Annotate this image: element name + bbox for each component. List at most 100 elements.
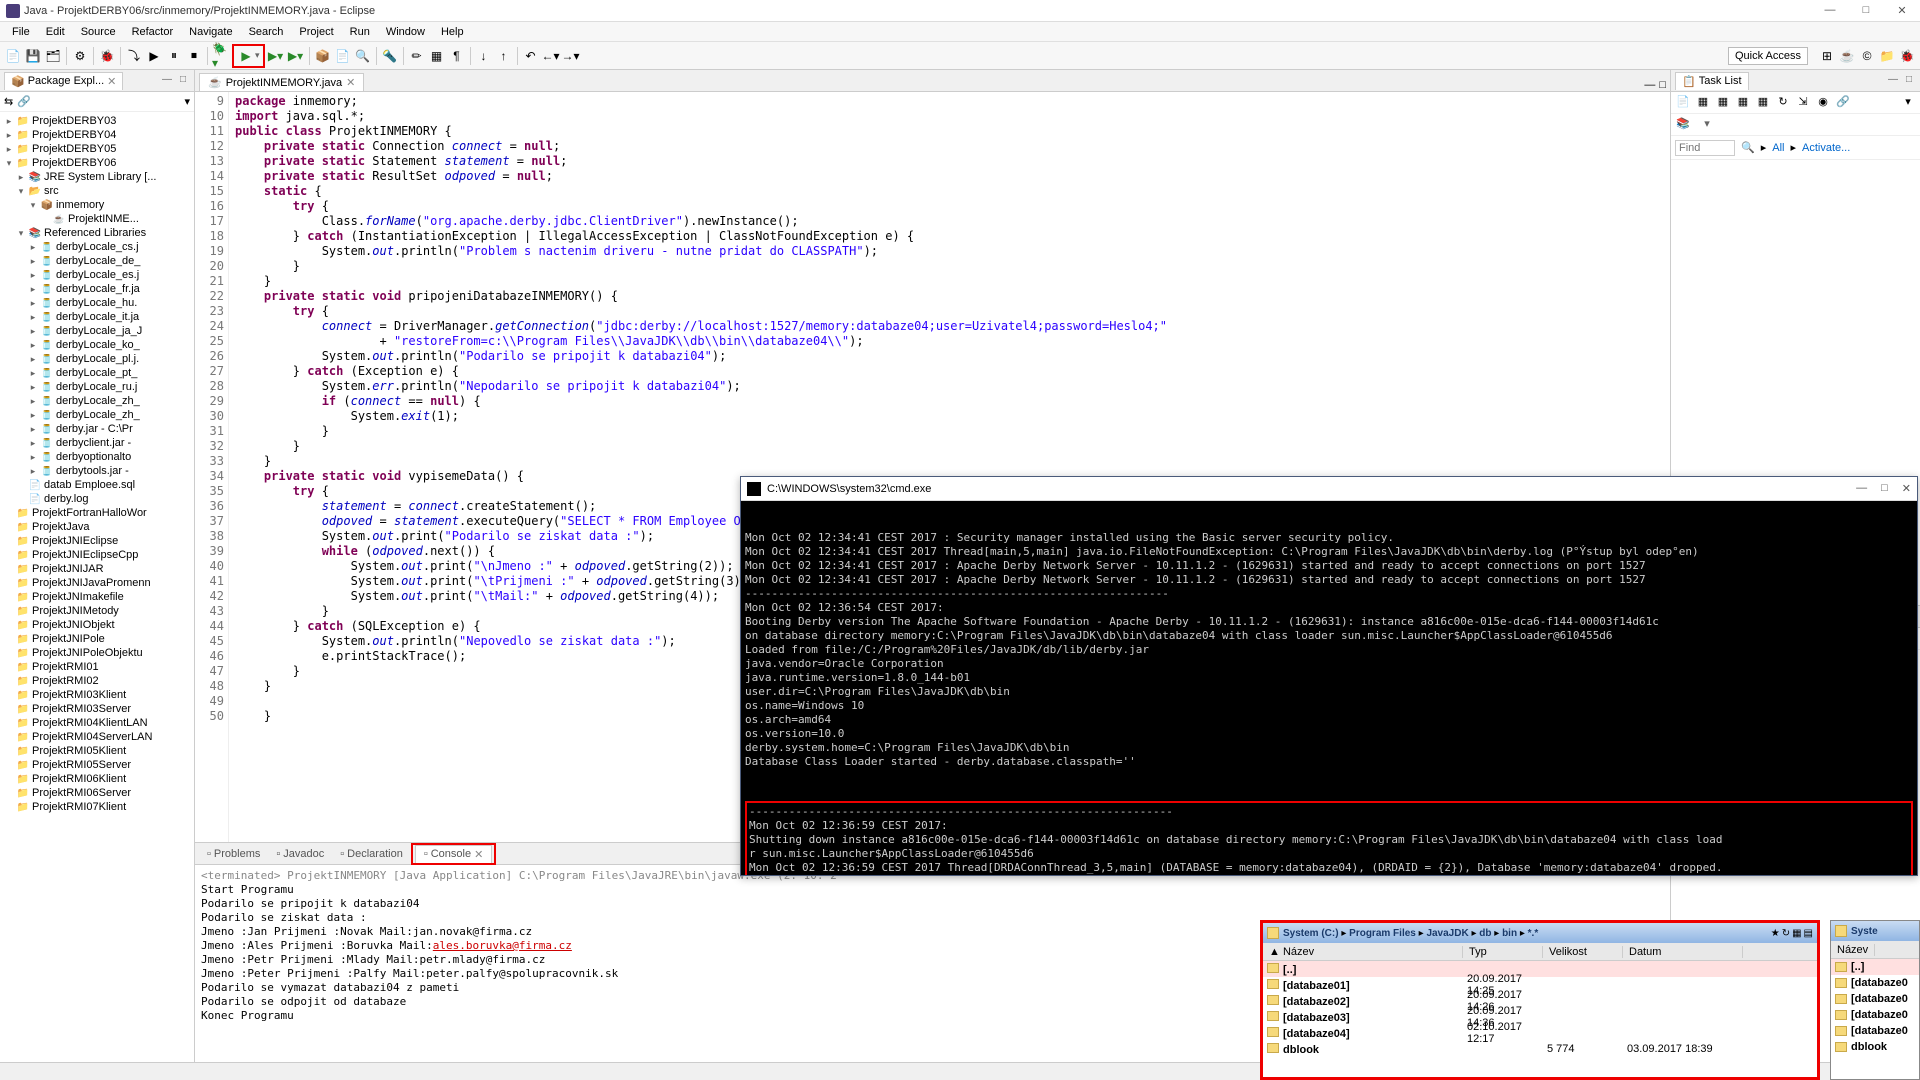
tree-item[interactable]: ▸derbyLocale_pt_ xyxy=(2,366,192,380)
tree-item[interactable]: ProjektJNIEclipse xyxy=(2,534,192,548)
tree-item[interactable]: datab Emploee.sql xyxy=(2,478,192,492)
tree-item[interactable]: ▸derbyLocale_fr.ja xyxy=(2,282,192,296)
menu-source[interactable]: Source xyxy=(73,24,124,40)
tree-item[interactable]: ▸ProjektDERBY04 xyxy=(2,128,192,142)
tree-item[interactable]: ▸derbytools.jar - xyxy=(2,464,192,478)
menu-refactor[interactable]: Refactor xyxy=(124,24,182,40)
fm-row[interactable]: [..] xyxy=(1831,959,1919,975)
link-editor-button[interactable]: 🔗 xyxy=(17,95,31,108)
tree-item[interactable]: ▸JRE System Library [... xyxy=(2,170,192,184)
tree-item[interactable]: ▾Referenced Libraries xyxy=(2,226,192,240)
tree-item[interactable]: ▸derbyLocale_zh_ xyxy=(2,408,192,422)
tree-item[interactable]: ProjektRMI05Server xyxy=(2,758,192,772)
tree-item[interactable]: derby.log xyxy=(2,492,192,506)
open-perspective-button[interactable]: ⊞ xyxy=(1818,47,1836,65)
cmd-window[interactable]: C:\WINDOWS\system32\cmd.exe — □ ✕ Mon Oc… xyxy=(740,476,1918,876)
tree-item[interactable]: ProjektRMI06Klient xyxy=(2,772,192,786)
menu-window[interactable]: Window xyxy=(378,24,433,40)
package-explorer-tab[interactable]: 📦 Package Expl... ✕ xyxy=(4,72,123,90)
tree-item[interactable]: ProjektJNIPole xyxy=(2,632,192,646)
task-activate-link[interactable]: Activate... xyxy=(1802,142,1850,154)
cmd-close-button[interactable]: ✕ xyxy=(1902,482,1911,495)
debug-button[interactable]: 🪲▾ xyxy=(212,47,230,65)
fm-row[interactable]: [databaze0 xyxy=(1831,991,1919,1007)
menu-navigate[interactable]: Navigate xyxy=(181,24,240,40)
cmd-output[interactable]: Mon Oct 02 12:34:41 CEST 2017 : Security… xyxy=(741,501,1917,875)
new-package-button[interactable]: 📦 xyxy=(314,47,332,65)
editor-tab[interactable]: ☕ ProjektINMEMORY.java ✕ xyxy=(199,73,364,91)
tree-item[interactable]: ProjektRMI01 xyxy=(2,660,192,674)
tree-item[interactable]: ProjektFortranHalloWor xyxy=(2,506,192,520)
suspend-button[interactable]: ⏸ xyxy=(165,47,183,65)
tree-item[interactable]: ▸derbyLocale_ru.j xyxy=(2,380,192,394)
minimize-button[interactable]: — xyxy=(1818,4,1842,17)
tree-item[interactable]: ▾inmemory xyxy=(2,198,192,212)
tree-item[interactable]: ProjektRMI02 xyxy=(2,674,192,688)
tree-item[interactable]: ProjektJNIObjekt xyxy=(2,618,192,632)
task-collapse-button[interactable]: ⇲ xyxy=(1795,95,1811,111)
tree-item[interactable]: ProjektRMI06Server xyxy=(2,786,192,800)
task-link-button[interactable]: 🔗 xyxy=(1835,95,1851,111)
tree-item[interactable]: ▾src xyxy=(2,184,192,198)
task-filter2-button[interactable]: ▦ xyxy=(1715,95,1731,111)
tree-item[interactable]: ▸derby.jar - C:\Pr xyxy=(2,422,192,436)
run-last-button[interactable]: ▶▾ xyxy=(287,47,305,65)
fm-tb4[interactable]: ▤ xyxy=(1804,928,1813,939)
toggle-mark-button[interactable]: ✏ xyxy=(408,47,426,65)
task-menu-button[interactable]: ▾ xyxy=(1900,95,1916,111)
search-button[interactable]: 🔦 xyxy=(381,47,399,65)
toggle-block-button[interactable]: ▦ xyxy=(428,47,446,65)
last-edit-button[interactable]: ↶ xyxy=(522,47,540,65)
menu-help[interactable]: Help xyxy=(433,24,472,40)
collapse-all-button[interactable]: ⇆ xyxy=(4,95,13,108)
forward-button[interactable]: →▾ xyxy=(562,47,580,65)
tree-item[interactable]: ProjektJNIEclipseCpp xyxy=(2,548,192,562)
menu-file[interactable]: File xyxy=(4,24,38,40)
tree-item[interactable]: ProjektRMI04ServerLAN xyxy=(2,730,192,744)
tree-item[interactable]: ▸derbyLocale_it.ja xyxy=(2,310,192,324)
task-sched-button[interactable]: ▦ xyxy=(1755,95,1771,111)
stop-button[interactable]: ⏹ xyxy=(185,47,203,65)
tree-item[interactable]: ProjektJava xyxy=(2,520,192,534)
new-task-button[interactable]: 📄 xyxy=(1675,95,1691,111)
close-button[interactable]: ✕ xyxy=(1890,4,1914,17)
tree-item[interactable]: ProjektJNIMetody xyxy=(2,604,192,618)
tree-item[interactable]: ▸derbyLocale_zh_ xyxy=(2,394,192,408)
next-annotation-button[interactable]: ↓ xyxy=(475,47,493,65)
cpp-perspective-button[interactable]: © xyxy=(1858,47,1876,65)
tree-item[interactable]: ProjektRMI03Server xyxy=(2,702,192,716)
minimize-view-button[interactable]: — xyxy=(160,74,174,88)
tree-item[interactable]: ▸derbyLocale_ko_ xyxy=(2,338,192,352)
task-focus-button[interactable]: ◉ xyxy=(1815,95,1831,111)
fm-row[interactable]: [databaze0 xyxy=(1831,975,1919,991)
tree-item[interactable]: ▸derbyLocale_de_ xyxy=(2,254,192,268)
tree-item[interactable]: ▸derbyLocale_cs.j xyxy=(2,240,192,254)
fm2-file-list[interactable]: [..][databaze0[databaze0[databaze0[datab… xyxy=(1831,959,1919,1079)
quick-access[interactable]: Quick Access xyxy=(1728,47,1808,65)
tree-item[interactable]: ▸ProjektDERBY03 xyxy=(2,114,192,128)
tasklist-min-button[interactable]: — xyxy=(1886,74,1900,88)
tree-item[interactable]: ▾ProjektDERBY06 xyxy=(2,156,192,170)
prev-annotation-button[interactable]: ↑ xyxy=(495,47,513,65)
bottom-tab-console[interactable]: ▫ Console ✕ xyxy=(415,845,492,863)
file-manager-right[interactable]: Syste Název [..][databaze0[databaze0[dat… xyxy=(1830,920,1920,1080)
bottom-tab-declaration[interactable]: ▫ Declaration xyxy=(332,846,411,862)
close-tab-icon[interactable]: ✕ xyxy=(346,76,355,89)
fm-col-header[interactable]: Velikost xyxy=(1543,946,1623,958)
view-menu-button[interactable]: ▾ xyxy=(184,95,190,108)
task-filter1-button[interactable]: ▦ xyxy=(1695,95,1711,111)
close-icon[interactable]: ✕ xyxy=(107,75,116,88)
back-button[interactable]: ←▾ xyxy=(542,47,560,65)
tree-item[interactable]: ▸ProjektDERBY05 xyxy=(2,142,192,156)
tree-item[interactable]: ProjektJNIJAR xyxy=(2,562,192,576)
bottom-tab-problems[interactable]: ▫ Problems xyxy=(199,846,268,862)
task-sync-button[interactable]: ↻ xyxy=(1775,95,1791,111)
resume-button[interactable]: ▶ xyxy=(145,47,163,65)
tree-item[interactable]: ▸derbyLocale_hu. xyxy=(2,296,192,310)
task-all-link[interactable]: All xyxy=(1772,142,1784,154)
fm-row[interactable]: [databaze0 xyxy=(1831,1023,1919,1039)
show-whitespace-button[interactable]: ¶ xyxy=(448,47,466,65)
tree-item[interactable]: ▸derbyLocale_pl.j. xyxy=(2,352,192,366)
tree-item[interactable]: ▸derbyoptionalto xyxy=(2,450,192,464)
cmd-minimize-button[interactable]: — xyxy=(1856,482,1867,495)
